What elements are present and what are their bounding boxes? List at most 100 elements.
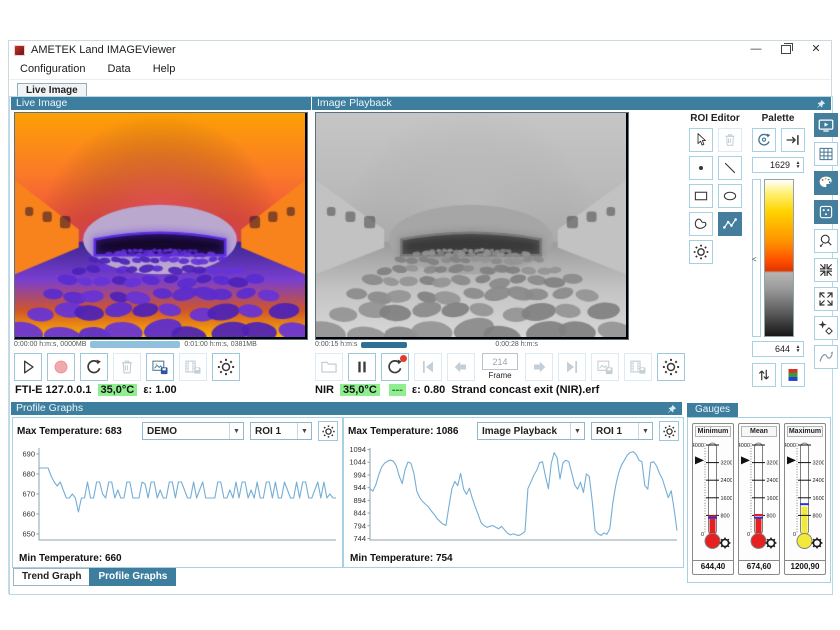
roi-panel-button[interactable] [814, 200, 838, 224]
roi-settings-button[interactable] [689, 240, 713, 264]
source-dropdown[interactable]: Image Playback▼ [477, 422, 585, 440]
freeform-roi-button[interactable] [689, 212, 713, 236]
graph-settings-button[interactable] [659, 421, 679, 441]
tab-profile-graphs[interactable]: Profile Graphs [89, 568, 176, 586]
playback-progress[interactable]: 0:00:15 h:m:s 0:00:28 h:m:s [315, 341, 635, 348]
source-dropdown[interactable]: DEMO▼ [142, 422, 244, 440]
skip-start-button[interactable] [414, 353, 442, 381]
playback-total: 0:00:28 h:m:s [495, 341, 537, 348]
rgb-palette-button[interactable] [781, 363, 805, 387]
save-image-button[interactable] [591, 353, 619, 381]
live-emissivity-label: ε: 1.00 [143, 384, 176, 396]
svg-text:4000: 4000 [785, 443, 796, 449]
svg-text:4000: 4000 [693, 443, 704, 449]
expand-view-button[interactable] [814, 287, 838, 311]
menu-item-data[interactable]: Data [96, 59, 141, 79]
menu-item-configuration[interactable]: Configuration [9, 59, 96, 79]
gauge-label: Minimum [695, 426, 731, 437]
live-image-header: Live Image [11, 97, 311, 110]
point-roi-icon [692, 159, 710, 177]
line-roi-button[interactable] [718, 156, 742, 180]
playback-status: NIR 35,0°C --- ε: 0.80 Strand concast ex… [315, 384, 599, 396]
add-marker-button[interactable] [814, 316, 838, 340]
frame-number-value[interactable]: 214 [482, 353, 518, 370]
freeform-roi-icon [692, 215, 710, 233]
pin-icon[interactable] [667, 404, 677, 414]
step-forward-button[interactable] [525, 353, 553, 381]
roi-dropdown[interactable]: ROI 1▼ [591, 422, 653, 440]
svg-text:944: 944 [353, 483, 366, 492]
spinner-arrows-icon[interactable]: ▲▼ [793, 161, 803, 169]
polyline-roi-icon [721, 215, 739, 233]
chevron-down-icon: ▼ [297, 423, 311, 439]
loop-button[interactable] [381, 353, 409, 381]
roi-dropdown[interactable]: ROI 1▼ [250, 422, 312, 440]
step-back-button[interactable] [447, 353, 475, 381]
palette-range-strip[interactable]: < [752, 179, 761, 337]
playback-profile-chart: 74479484489494499410441094 [346, 445, 680, 547]
save-film-button[interactable] [179, 353, 207, 381]
graph-settings-button[interactable] [318, 421, 338, 441]
thermometer-icon: 80016002400320040000 [739, 437, 778, 559]
snap-to-max-button[interactable] [781, 128, 805, 152]
restore-button[interactable] [771, 41, 801, 59]
palette-panel-button[interactable] [814, 171, 838, 195]
pause-button[interactable] [348, 353, 376, 381]
live-thermal-image[interactable] [14, 112, 308, 340]
loop-button[interactable] [80, 353, 108, 381]
polyline-roi-button[interactable] [718, 212, 742, 236]
ellipse-roi-button[interactable] [718, 184, 742, 208]
live-view-button[interactable] [814, 113, 838, 137]
snap-to-max-icon [784, 131, 802, 149]
minimize-button[interactable]: — [741, 41, 771, 59]
menu-item-help[interactable]: Help [142, 59, 187, 79]
thermometer-icon: 80016002400320040000 [785, 437, 824, 559]
zoom-tool-button[interactable] [814, 229, 838, 253]
rect-roi-button[interactable] [689, 184, 713, 208]
open-file-button[interactable] [315, 353, 343, 381]
svg-text:800: 800 [767, 513, 776, 519]
profile-curve-button[interactable] [814, 345, 838, 369]
palette-min-spinner[interactable]: 644 ▲▼ [752, 341, 804, 357]
delete-roi-button[interactable] [718, 128, 742, 152]
skip-end-button[interactable] [558, 353, 586, 381]
tab-trend-graph[interactable]: Trend Graph [13, 568, 90, 586]
playback-temperature-badge: 35,0°C [340, 384, 380, 396]
delete-button[interactable] [113, 353, 141, 381]
settings-button[interactable] [657, 353, 685, 381]
live-temperature-badge: 35,0°C [98, 384, 138, 396]
palette-max-spinner[interactable]: 1629 ▲▼ [752, 157, 804, 173]
svg-text:3200: 3200 [767, 461, 779, 467]
palette-title: Palette [750, 113, 806, 124]
gauge-mean: Mean80016002400320040000674,60 [738, 423, 780, 575]
pin-icon[interactable] [816, 99, 826, 109]
save-film-button[interactable] [624, 353, 652, 381]
auto-scale-button[interactable] [752, 128, 776, 152]
graph-tabs: Trend GraphProfile Graphs [13, 568, 175, 586]
step-back-icon [451, 357, 471, 377]
svg-text:794: 794 [353, 521, 366, 530]
spinner-arrows-icon[interactable]: ▲▼ [793, 345, 803, 353]
settings-button[interactable] [212, 353, 240, 381]
close-button[interactable]: ✕ [801, 41, 831, 59]
live-progress-end: 0:01:00 h:m:s, 0381MB [184, 341, 256, 348]
collapse-view-button[interactable] [814, 258, 838, 282]
playback-progress-track[interactable] [361, 342, 491, 348]
record-button[interactable] [47, 353, 75, 381]
select-cursor-button[interactable] [689, 128, 713, 152]
rgb-palette-icon [784, 366, 802, 384]
live-max-temperature: Max Temperature: 683 [17, 426, 122, 437]
add-marker-icon [817, 319, 835, 337]
playback-image[interactable] [315, 112, 629, 340]
point-roi-button[interactable] [689, 156, 713, 180]
save-image-icon [595, 357, 615, 377]
svg-text:1094: 1094 [349, 445, 366, 454]
svg-text:2400: 2400 [767, 478, 779, 484]
svg-text:800: 800 [813, 513, 822, 519]
invert-scale-button[interactable] [752, 363, 776, 387]
play-button[interactable] [14, 353, 42, 381]
save-image-button[interactable] [146, 353, 174, 381]
live-profile-chart: 650660670680690 [15, 445, 339, 547]
frame-number-field[interactable]: 214Frame [480, 353, 520, 380]
grid-view-button[interactable] [814, 142, 838, 166]
